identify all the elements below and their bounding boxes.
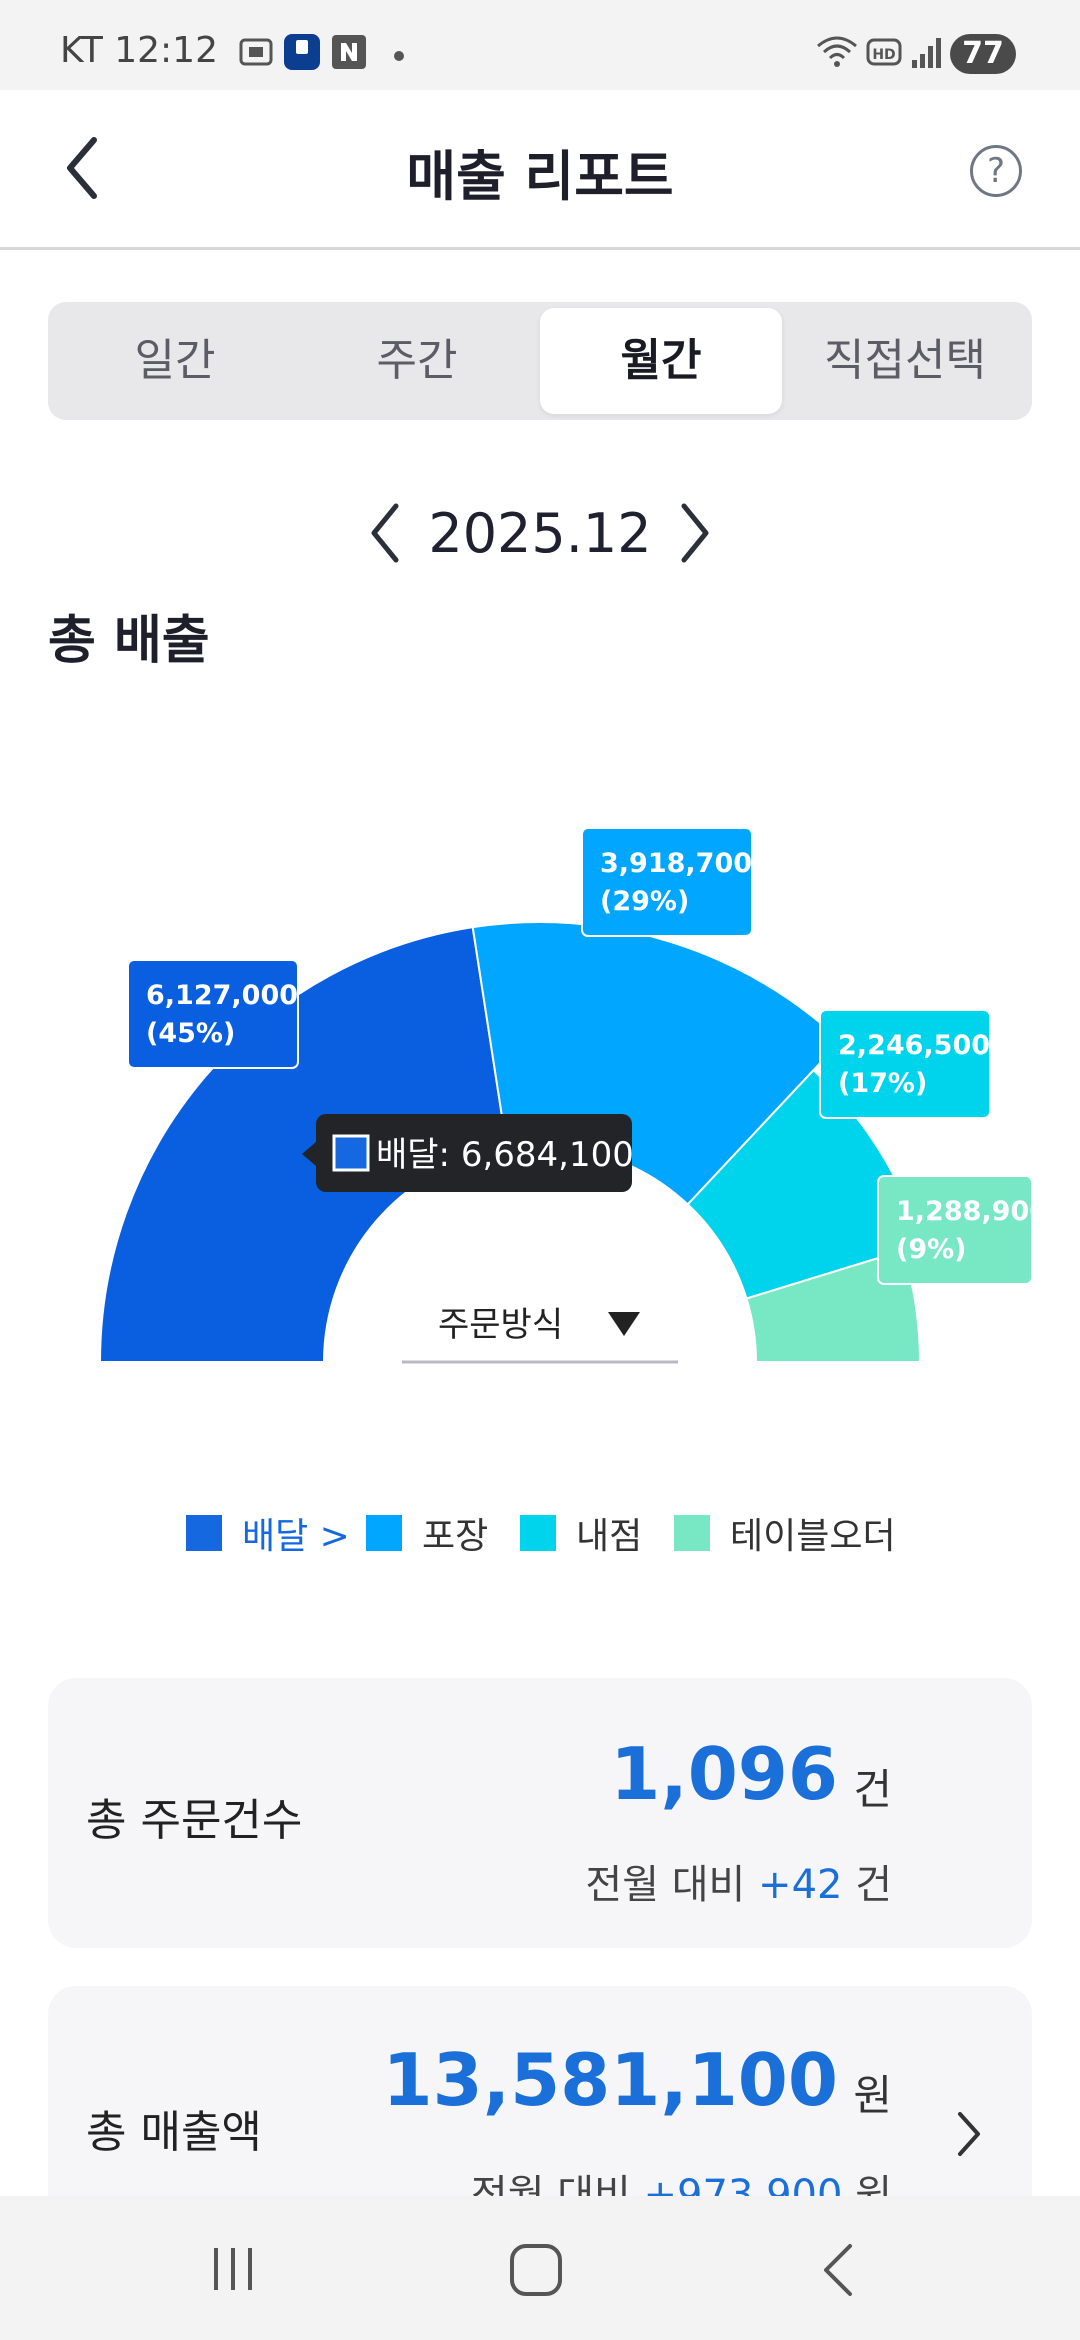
comparison-value: +42 bbox=[758, 1862, 843, 1908]
wifi-icon bbox=[817, 36, 857, 67]
chart-legend: 배달 > 포장 내점 테이블오더 bbox=[0, 1508, 1080, 1558]
status-time: KT 12:12 bbox=[60, 30, 218, 71]
legend-item-takeout[interactable]: 포장 bbox=[366, 1508, 488, 1558]
chevron-right-icon bbox=[958, 2112, 980, 2156]
screenshot-icon bbox=[239, 38, 273, 66]
order-method-selector[interactable]: 주문방식 bbox=[402, 1305, 678, 1364]
legend-swatch bbox=[186, 1515, 222, 1551]
legend-swatch bbox=[674, 1515, 710, 1551]
legend-label: 배달 > bbox=[242, 1516, 350, 1557]
next-month-button[interactable] bbox=[670, 498, 720, 568]
system-navigation-bar bbox=[0, 2196, 1080, 2340]
signal-icon bbox=[912, 38, 941, 68]
comparison-prefix: 전월 대비 bbox=[585, 1862, 746, 1908]
total-sales-value: 13,581,100 bbox=[382, 2038, 838, 2122]
legend-label: 테이블오더 bbox=[730, 1516, 896, 1557]
legend-swatch bbox=[366, 1515, 402, 1551]
total-orders-unit: 건 bbox=[853, 1765, 892, 1814]
tab-daily[interactable]: 일간 bbox=[54, 308, 296, 414]
slice-percent-label: (29%) bbox=[600, 886, 689, 917]
app-header: 매출 리포트 ? bbox=[0, 90, 1080, 250]
status-bar: KT 12:12 HD 77 bbox=[0, 0, 1080, 90]
legend-label: 포장 bbox=[422, 1516, 489, 1557]
total-orders-value: 1,096 bbox=[610, 1732, 838, 1816]
current-month-label: 2025.12 bbox=[428, 502, 652, 565]
slice-value-label: 6,127,000 bbox=[146, 980, 298, 1011]
chevron-right-icon bbox=[681, 503, 709, 563]
orders-comparison: 전월 대비 +42 건 bbox=[585, 1852, 892, 1910]
question-mark-icon: ? bbox=[986, 151, 1006, 191]
slice-value-label: 3,918,700 bbox=[600, 848, 752, 879]
dropdown-triangle-icon bbox=[608, 1312, 640, 1336]
slice-value-label: 2,246,500 bbox=[838, 1030, 990, 1061]
tab-custom[interactable]: 직접선택 bbox=[784, 308, 1026, 414]
battery-indicator: 77 bbox=[950, 34, 1016, 74]
page-title: 매출 리포트 bbox=[406, 145, 674, 208]
legend-label: 내점 bbox=[576, 1516, 643, 1557]
system-back-icon[interactable] bbox=[818, 2240, 858, 2300]
help-button[interactable]: ? bbox=[970, 145, 1022, 197]
legend-item-delivery[interactable]: 배달 > bbox=[186, 1508, 350, 1558]
slice-data-label: 1,288,900 (9%) bbox=[877, 1175, 1048, 1285]
tooltip-text: 배달: 6,684,100 bbox=[376, 1135, 634, 1175]
sales-half-donut-chart: 6,127,000 (45%) 3,918,700 (29%) 2,246,500 (17… bbox=[98, 827, 1048, 1364]
period-tabs: 일간 주간 월간 직접선택 bbox=[48, 302, 1032, 420]
slice-data-label: 6,127,000 (45%) bbox=[127, 959, 299, 1069]
app-notification-icon bbox=[284, 34, 320, 70]
more-dot-icon bbox=[394, 51, 404, 61]
tab-weekly[interactable]: 주간 bbox=[296, 308, 538, 414]
tooltip-swatch bbox=[332, 1134, 370, 1172]
date-navigator: 2025.12 bbox=[0, 490, 1080, 580]
slice-percent-label: (17%) bbox=[838, 1068, 927, 1099]
section-title: 총 배출 bbox=[48, 611, 210, 671]
recent-apps-icon[interactable] bbox=[208, 2244, 258, 2294]
slice-percent-label: (9%) bbox=[896, 1234, 967, 1265]
total-orders-label: 총 주문건수 bbox=[86, 1795, 303, 1846]
slice-data-label: 3,918,700 (29%) bbox=[581, 827, 753, 937]
slice-percent-label: (45%) bbox=[146, 1018, 235, 1049]
svg-text:HD: HD bbox=[872, 47, 895, 63]
total-sales-unit: 원 bbox=[853, 2071, 892, 2120]
legend-item-dine-in[interactable]: 내점 bbox=[520, 1508, 642, 1558]
total-sales-label: 총 매출액 bbox=[86, 2107, 262, 2158]
home-icon[interactable] bbox=[508, 2242, 564, 2298]
slice-value-label: 1,288,900 bbox=[896, 1196, 1048, 1227]
slice-data-label: 2,246,500 (17%) bbox=[819, 1009, 991, 1119]
hd-icon: HD bbox=[866, 38, 902, 66]
legend-swatch bbox=[520, 1515, 556, 1551]
comparison-unit: 건 bbox=[855, 1862, 892, 1908]
naver-icon bbox=[332, 35, 366, 69]
tab-monthly[interactable]: 월간 bbox=[540, 308, 782, 414]
total-orders-card: 총 주문건수 1,096 건 전월 대비 +42 건 bbox=[48, 1678, 1032, 1948]
legend-item-table-order[interactable]: 테이블오더 bbox=[674, 1508, 896, 1558]
chart-tooltip: 배달: 6,684,100 bbox=[302, 1114, 634, 1192]
order-method-label: 주문방식 bbox=[438, 1305, 563, 1345]
